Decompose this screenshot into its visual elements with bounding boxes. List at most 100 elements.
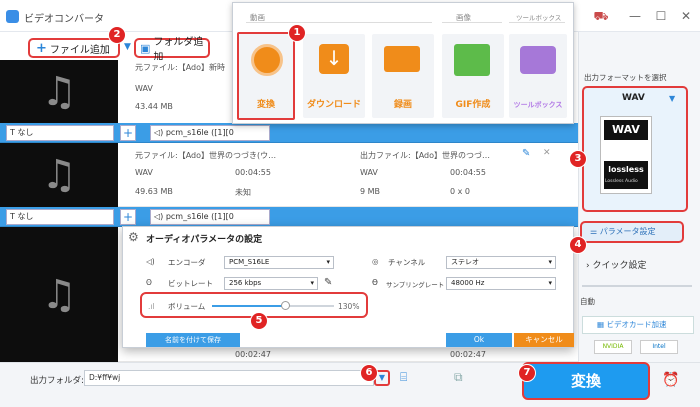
annotation-badge-6: 6 — [360, 364, 378, 382]
out-duration-3: 00:02:47 — [450, 350, 486, 359]
app-title: ビデオコンバータ — [24, 14, 104, 25]
source-file-1: 元ファイル:【Ado】新時 — [135, 63, 225, 72]
intel-badge: Intel — [640, 340, 678, 354]
encoder-select[interactable]: PCM_S16LE ▾ — [224, 256, 334, 269]
tile-toolbox[interactable]: ツールボックス — [509, 34, 567, 118]
plus-icon: + — [36, 40, 47, 56]
add-file-dropdown-icon[interactable]: ▼ — [124, 42, 131, 52]
annotation-badge-2: 2 — [108, 26, 126, 44]
quick-slider[interactable] — [582, 285, 692, 287]
folder-plus-icon: ▣ — [140, 41, 151, 55]
convert-button[interactable]: 変換 — [522, 362, 650, 400]
channel-label: チャンネル — [388, 258, 426, 267]
minimize-button[interactable]: — — [624, 6, 646, 26]
channel-select[interactable]: ステレオ ▾ — [446, 256, 556, 269]
tile-download[interactable]: ↓ ダウンロード — [303, 34, 365, 118]
music-note-icon: ♫ — [41, 69, 77, 115]
channel-icon: ◎ — [372, 257, 379, 266]
chevron-down-icon[interactable]: ▼ — [669, 94, 675, 103]
app-logo-icon — [6, 10, 19, 23]
bitrate-icon: ʘ — [146, 278, 152, 287]
open-folder-icon[interactable]: ⌸ — [400, 370, 407, 385]
encoder-label: エンコーダ — [168, 258, 206, 267]
image-icon — [454, 44, 490, 76]
popup-divider — [509, 22, 565, 23]
tile-convert[interactable]: 変換 — [237, 32, 295, 120]
audio-track-select-2[interactable]: ◁) pcm_s16le ([1][0 — [150, 209, 270, 225]
annotation-badge-5: 5 — [250, 312, 268, 330]
size-1: 43.44 MB — [135, 102, 173, 111]
out-duration-2: 00:04:55 — [450, 168, 486, 177]
out-resolution-2: 0 x 0 — [450, 187, 470, 196]
add-subtitle-button[interactable]: + — [120, 125, 136, 141]
cancel-button[interactable]: キャンセル — [514, 333, 574, 347]
music-note-icon: ♫ — [41, 271, 77, 318]
out-format-2: WAV — [360, 168, 378, 177]
annotation-badge-1: 1 — [288, 24, 306, 42]
source-file-2: 元ファイル:【Ado】世界のつづき(ウ… — [135, 151, 277, 160]
edit-icon[interactable]: ✎ — [522, 148, 530, 159]
file-thumbnail-3: ♫ — [0, 227, 118, 362]
format-name: WAV — [622, 93, 645, 103]
bitrate-label: ビットレート — [168, 279, 213, 288]
tile-record[interactable]: 録画 — [372, 34, 434, 118]
file-thumbnail-1: ♫ — [0, 60, 118, 124]
maximize-button[interactable]: ☐ — [650, 6, 672, 26]
format-2: WAV — [135, 168, 153, 177]
merge-icon[interactable]: ⧉ — [454, 370, 463, 385]
subtitle-select-2[interactable]: T なし — [6, 209, 114, 225]
save-as-button[interactable]: 名前を付けて保存 — [146, 333, 240, 347]
size-2: 49.63 MB — [135, 187, 173, 196]
out-size-2: 9 MB — [360, 187, 381, 196]
volume-slider-fill — [212, 305, 286, 307]
subtitle-select-1[interactable]: T なし — [6, 125, 114, 141]
chevron-down-icon: ▾ — [310, 279, 314, 287]
tile-gif[interactable]: GIF作成 — [442, 34, 504, 118]
duration-3: 00:02:47 — [235, 350, 271, 359]
output-folder-input[interactable]: D:¥ff¥wj — [84, 370, 374, 386]
file-thumbnail-2: ♫ — [0, 143, 118, 207]
samplerate-label: サンプリングレート — [386, 281, 445, 289]
file-2-controls: T なし + ◁) pcm_s16le ([1][0 — [0, 207, 578, 227]
samplerate-icon: ϴ — [372, 278, 378, 287]
popup-divider — [442, 22, 502, 23]
samplerate-select[interactable]: 48000 Hz ▾ — [446, 277, 556, 290]
gear-icon: ⚙ — [128, 230, 139, 244]
annotation-badge-3: 3 — [569, 150, 587, 168]
speaker-icon: ◁) — [154, 128, 166, 137]
add-subtitle-button[interactable]: + — [120, 209, 136, 225]
nvidia-badge: NVIDIA — [594, 340, 632, 354]
parameter-settings-button[interactable]: ⚌ パラメータ設定 — [580, 221, 684, 243]
auto-label: 自動 — [580, 297, 595, 306]
format-1: WAV — [135, 84, 153, 93]
chevron-down-icon: ▾ — [326, 258, 330, 266]
encoder-icon: ◁) — [146, 257, 155, 266]
sliders-icon: ⚌ — [590, 227, 600, 236]
gpu-acceleration-toggle[interactable]: ▦ ビデオカード加速 — [582, 316, 694, 334]
remove-file-icon[interactable]: ✕ — [543, 148, 551, 158]
alarm-clock-icon[interactable]: ⏰ — [662, 372, 679, 388]
add-file-button[interactable]: + ファイル追加 — [28, 38, 120, 58]
bitrate-select[interactable]: 256 kbps ▾ — [224, 277, 318, 290]
annotation-badge-4: 4 — [569, 236, 587, 254]
audio-track-select-1[interactable]: ◁) pcm_s16le ([1][0 — [150, 125, 270, 141]
add-folder-button[interactable]: ▣ フォルダ追加 — [134, 37, 210, 63]
annotation-badge-7: 7 — [518, 364, 536, 382]
output-folder-label: 出力フォルダ: — [30, 376, 84, 386]
format-icon: WAV lossless Lossless Audio — [600, 116, 652, 194]
popup-toolbox-header: ツールボックス — [516, 14, 562, 22]
close-button[interactable]: ✕ — [675, 6, 697, 26]
music-note-icon: ♫ — [41, 152, 77, 198]
chevron-down-icon: ▾ — [548, 258, 552, 266]
resolution-2: 未知 — [235, 188, 251, 197]
dialog-title: オーディオパラメータの設定 — [146, 235, 263, 245]
format-select-title: 出力フォーマットを選択 — [584, 73, 667, 82]
download-icon: ↓ — [319, 44, 349, 74]
ok-button[interactable]: Ok — [446, 333, 512, 347]
volume-label: ボリューム — [168, 302, 206, 311]
volume-value: 130% — [338, 302, 360, 311]
quick-settings-toggle[interactable]: › クイック設定 — [586, 258, 646, 271]
pencil-icon[interactable]: ✎ — [324, 277, 332, 288]
cart-icon[interactable]: ⛟ — [590, 6, 612, 26]
duration-2: 00:04:55 — [235, 168, 271, 177]
